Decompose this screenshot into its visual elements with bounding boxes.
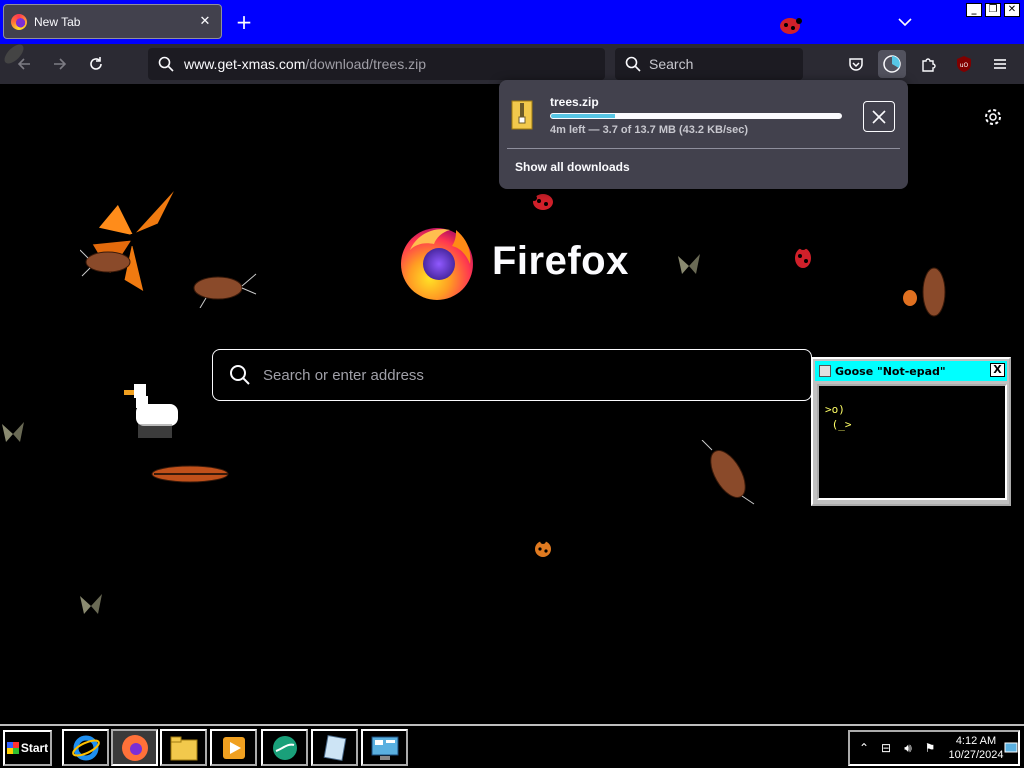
start-label: Start (20, 741, 49, 755)
ladybug-icon (535, 538, 551, 557)
url-host: www.get-xmas.com (184, 56, 306, 72)
svg-text:uO: uO (960, 62, 969, 69)
moth-icon (678, 254, 700, 274)
search-or-address-input[interactable] (263, 366, 783, 384)
tab-close-icon[interactable]: ✕ (197, 14, 213, 30)
cockroach-icon (701, 440, 755, 505)
reload-icon (90, 57, 102, 70)
tab-new-tab[interactable]: New Tab ✕ (3, 4, 222, 39)
arrow-right-icon (54, 58, 67, 70)
cockroach-icon (4, 44, 24, 64)
cockroach-icon (193, 273, 257, 308)
firefox-icon (11, 13, 27, 30)
ladybug-icon (795, 242, 811, 268)
goose-window-title: Goose "Not-epad" (835, 364, 946, 378)
media-player-icon (222, 736, 245, 759)
taskbar-media-player[interactable] (210, 729, 257, 766)
search-bar[interactable]: Search (615, 48, 803, 80)
zip-file-icon (511, 100, 533, 130)
hamburger-menu-icon (994, 59, 1006, 69)
navigation-toolbar: www.get-xmas.com/download/trees.zip Sear… (0, 44, 1024, 84)
tab-strip: New Tab ✕ + _ ❐ ✕ (0, 0, 1024, 44)
downloads-panel: trees.zip 4m left — 3.7 of 13.7 MB (43.2… (499, 80, 908, 189)
taskbar: Start ⌃ ⊟ 🔊︎ ⚑ 4:12 AM 10/27/2024 (0, 724, 1024, 768)
windows-flag-icon (6, 742, 19, 754)
downloads-button[interactable] (878, 50, 906, 78)
goose-note-text[interactable]: >o) (_> (817, 384, 1007, 500)
app-menu-button[interactable] (986, 50, 1014, 78)
ublock-icon: uO (957, 56, 971, 72)
moth-icon (80, 594, 102, 614)
show-desktop-icon[interactable] (1004, 741, 1018, 755)
chevron-down-icon (898, 18, 912, 27)
puzzle-icon (922, 58, 936, 72)
control-panel-icon (371, 736, 398, 760)
dragonfly-icon (151, 465, 229, 483)
address-bar[interactable]: www.get-xmas.com/download/trees.zip (148, 48, 605, 80)
system-tray: ⌃ ⊟ 🔊︎ ⚑ 4:12 AM 10/27/2024 (848, 730, 1020, 766)
download-status: 4m left — 3.7 of 13.7 MB (43.2 KB/sec) (550, 124, 749, 136)
ublock-origin-button[interactable]: uO (950, 50, 978, 78)
taskbar-app-green[interactable] (261, 729, 308, 766)
taskbar-notepad[interactable] (311, 729, 358, 766)
list-all-tabs-button[interactable] (894, 11, 916, 33)
firefox-logo: Firefox (396, 218, 629, 304)
download-progress-fill (551, 114, 615, 118)
reload-button[interactable] (84, 52, 108, 76)
pocket-icon (849, 58, 863, 71)
search-icon (158, 56, 174, 72)
folder-icon (170, 736, 197, 760)
cockroach-icon (903, 267, 946, 317)
url-path: /download/trees.zip (305, 56, 426, 72)
customize-new-tab-button[interactable] (982, 106, 1004, 128)
download-filename: trees.zip (550, 95, 599, 109)
firefox-wordmark: Firefox (492, 238, 629, 283)
extensions-button[interactable] (914, 50, 942, 78)
clock-date[interactable]: 10/27/2024 (946, 749, 1006, 761)
pocket-button[interactable] (842, 50, 870, 78)
gear-icon (985, 109, 1001, 125)
download-progress-icon (883, 55, 901, 73)
volume-icon[interactable]: 🔊︎ (900, 740, 916, 756)
forward-button[interactable] (48, 52, 72, 76)
taskbar-firefox[interactable] (111, 729, 158, 766)
network-icon[interactable]: ⊟ (878, 740, 894, 756)
start-button[interactable]: Start (3, 730, 52, 766)
new-tab-button[interactable]: + (233, 11, 255, 33)
moth-icon (2, 422, 24, 442)
taskbar-control-panel[interactable] (361, 729, 408, 766)
minimize-button[interactable]: _ (966, 3, 982, 17)
notepad-icon (323, 734, 346, 761)
internet-explorer-icon (71, 735, 100, 760)
new-tab-search-box[interactable] (212, 349, 812, 401)
search-icon (230, 365, 250, 385)
chevron-up-icon[interactable]: ⌃ (856, 740, 872, 756)
goose-notepad-window: Goose "Not-epad" X >o) (_> (811, 357, 1011, 506)
restore-button[interactable]: ❐ (985, 3, 1001, 17)
clock-time[interactable]: 4:12 AM (946, 734, 1006, 749)
globe-icon (272, 735, 297, 760)
flag-icon[interactable]: ⚑ (922, 740, 938, 756)
search-bar-label: Search (649, 56, 694, 72)
show-all-downloads-link[interactable]: Show all downloads (515, 160, 630, 174)
close-window-button[interactable]: ✕ (1004, 3, 1020, 17)
goose-window-titlebar[interactable]: Goose "Not-epad" (815, 361, 1007, 381)
taskbar-file-explorer[interactable] (160, 729, 207, 766)
goose-icon (124, 384, 178, 438)
cockroach-icon (80, 249, 131, 277)
close-icon (872, 109, 886, 124)
download-progress-bar (550, 113, 842, 119)
ladybug-icon (780, 18, 802, 34)
notepad-icon (819, 365, 831, 377)
cancel-download-button[interactable] (863, 101, 895, 132)
firefox-logo-icon (401, 228, 473, 300)
ladybug-icon (531, 194, 553, 210)
firefox-icon (121, 734, 148, 761)
divider (507, 148, 900, 149)
tab-title: New Tab (34, 14, 81, 29)
search-icon (625, 56, 641, 72)
taskbar-internet-explorer[interactable] (62, 729, 109, 766)
goose-window-close-button[interactable]: X (990, 363, 1005, 377)
